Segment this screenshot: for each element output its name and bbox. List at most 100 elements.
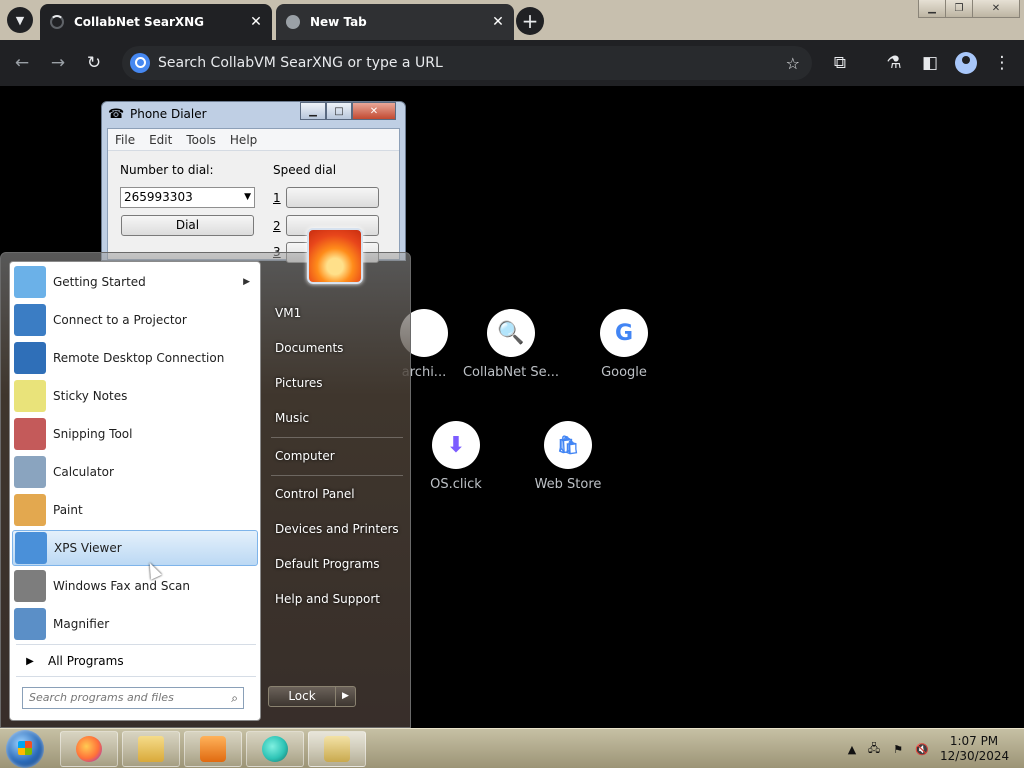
taskbar: ▲ 🖧 ⚑ 🔇 1:07 PM 12/30/2024 xyxy=(0,728,1024,768)
system-clock[interactable]: 1:07 PM 12/30/2024 xyxy=(940,734,1010,764)
program-sticky-notes[interactable]: Sticky Notes xyxy=(12,378,258,414)
dialer-minimize-button[interactable]: ▁ xyxy=(300,102,326,120)
omnibox-placeholder: Search CollabVM SearXNG or type a URL xyxy=(158,55,443,71)
web-store-icon: 🛍 xyxy=(544,421,592,469)
program-label: Sticky Notes xyxy=(53,389,128,403)
menu-tools[interactable]: Tools xyxy=(179,133,223,147)
taskbar-phone-dialer[interactable] xyxy=(308,731,366,767)
shortcut-label: Web Store xyxy=(534,477,602,492)
clock-date: 12/30/2024 xyxy=(940,749,1010,763)
search-icon: 🔍 xyxy=(487,309,535,357)
all-programs[interactable]: ▶ All Programs xyxy=(12,650,258,672)
volume-muted-icon[interactable]: 🔇 xyxy=(915,742,929,756)
taskbar-media-player[interactable] xyxy=(184,731,242,767)
program-snipping-tool[interactable]: Snipping Tool xyxy=(12,416,258,452)
tab-collabnet-searxng[interactable]: CollabNet SearXNG ✕ xyxy=(40,4,272,40)
minimize-button[interactable]: ▁ xyxy=(918,0,946,18)
back-arrow-icon[interactable]: ← xyxy=(11,52,33,74)
lock-button[interactable]: Lock xyxy=(268,686,336,707)
rp-control-panel[interactable]: Control Panel xyxy=(275,487,355,501)
rp-help-support[interactable]: Help and Support xyxy=(275,592,380,606)
taskbar-firefox[interactable] xyxy=(60,731,118,767)
dial-button[interactable]: Dial xyxy=(121,215,254,236)
dialer-maximize-button[interactable]: □ xyxy=(326,102,352,120)
taskbar-collabvm[interactable] xyxy=(246,731,304,767)
rp-default-programs[interactable]: Default Programs xyxy=(275,557,380,571)
tab-title: New Tab xyxy=(310,15,367,29)
new-tab-button[interactable]: + xyxy=(516,7,544,35)
menu-edit[interactable]: Edit xyxy=(142,133,179,147)
tab-search-button[interactable]: ▼ xyxy=(7,7,33,33)
program-label: Magnifier xyxy=(53,617,110,631)
omnibox[interactable]: Search CollabVM SearXNG or type a URL ☆ xyxy=(122,46,812,80)
start-button[interactable] xyxy=(6,730,44,768)
program-label: Windows Fax and Scan xyxy=(53,579,191,593)
shutdown-options-button[interactable]: ▶ xyxy=(335,686,356,707)
start-search-input[interactable]: Search programs and files ⌕ xyxy=(22,687,244,709)
submenu-arrow-icon: ▶ xyxy=(243,277,250,287)
forward-arrow-icon[interactable]: → xyxy=(47,52,69,74)
clock-time: 1:07 PM xyxy=(949,734,999,748)
rp-computer[interactable]: Computer xyxy=(275,449,335,463)
rp-music[interactable]: Music xyxy=(275,411,309,425)
side-panel-icon[interactable]: ◧ xyxy=(919,52,941,74)
action-center-flag-icon[interactable]: ⚑ xyxy=(891,742,905,756)
close-tab-button[interactable]: ✕ xyxy=(246,14,266,30)
program-calculator[interactable]: Calculator xyxy=(12,454,258,490)
globe-icon xyxy=(286,15,300,29)
speed-dial-label: Speed dial xyxy=(273,163,337,177)
menu-file[interactable]: File xyxy=(108,133,142,147)
phone-dialer-icon xyxy=(324,736,350,762)
number-to-dial-label: Number to dial: xyxy=(120,163,214,177)
folder-icon xyxy=(138,736,164,762)
program-label: Connect to a Projector xyxy=(53,313,187,327)
dialer-close-button[interactable]: ✕ xyxy=(352,102,396,120)
rp-devices-printers[interactable]: Devices and Printers xyxy=(275,522,399,536)
program-connect-projector[interactable]: Connect to a Projector xyxy=(12,302,258,338)
separator xyxy=(16,676,256,677)
profile-avatar-icon[interactable] xyxy=(955,52,977,74)
menu-help[interactable]: Help xyxy=(223,133,264,147)
rp-user-folder[interactable]: VM1 xyxy=(275,306,301,320)
restore-button[interactable]: ❐ xyxy=(945,0,973,18)
shortcut-google[interactable]: G Google xyxy=(574,309,674,380)
shortcut-web-store[interactable]: 🛍 Web Store xyxy=(518,421,618,492)
tab-title: CollabNet SearXNG xyxy=(74,15,205,29)
google-icon: G xyxy=(600,309,648,357)
rp-documents[interactable]: Documents xyxy=(275,341,343,355)
close-window-button[interactable]: ✕ xyxy=(972,0,1020,18)
program-remote-desktop[interactable]: Remote Desktop Connection xyxy=(12,340,258,376)
extensions-icon[interactable]: ⧉ xyxy=(829,52,851,74)
program-paint[interactable]: Paint xyxy=(12,492,258,528)
bookmark-star-icon[interactable]: ☆ xyxy=(786,54,800,73)
shortcut-collabnet[interactable]: 🔍 CollabNet Se... xyxy=(461,309,561,380)
number-to-dial-combo[interactable]: 265993303 ▼ xyxy=(120,187,255,208)
network-icon[interactable]: 🖧 xyxy=(867,742,881,756)
dropdown-arrow-icon[interactable]: ▼ xyxy=(244,188,251,207)
rp-pictures[interactable]: Pictures xyxy=(275,376,323,390)
labs-flask-icon[interactable]: ⚗ xyxy=(883,52,905,74)
menu-kebab-icon[interactable]: ⋮ xyxy=(991,52,1013,74)
program-magnifier[interactable]: Magnifier xyxy=(12,606,258,642)
all-programs-label: All Programs xyxy=(48,654,124,668)
tab-new-tab[interactable]: New Tab ✕ xyxy=(276,4,514,40)
program-xps-viewer[interactable]: XPS Viewer xyxy=(12,530,258,566)
xps-viewer-icon xyxy=(15,532,47,564)
program-fax-scan[interactable]: Windows Fax and Scan xyxy=(12,568,258,604)
shortcut-osclick[interactable]: ⬇ OS.click xyxy=(406,421,506,492)
all-programs-arrow-icon: ▶ xyxy=(26,655,34,667)
close-icon: ✕ xyxy=(991,3,1001,14)
separator xyxy=(16,644,256,645)
close-icon: ✕ xyxy=(369,105,379,117)
taskbar-explorer[interactable] xyxy=(122,731,180,767)
magnifier-icon xyxy=(14,608,46,640)
speed-dial-button-1[interactable] xyxy=(286,187,379,208)
separator xyxy=(271,437,403,438)
speed-dial-number: 1 xyxy=(273,191,281,205)
close-tab-button[interactable]: ✕ xyxy=(488,14,508,30)
reload-icon[interactable]: ↻ xyxy=(83,52,105,74)
show-hidden-icons-icon[interactable]: ▲ xyxy=(845,742,859,756)
search-icon[interactable]: ⌕ xyxy=(231,688,238,708)
program-label: Paint xyxy=(53,503,83,517)
program-getting-started[interactable]: Getting Started ▶ xyxy=(12,264,258,300)
